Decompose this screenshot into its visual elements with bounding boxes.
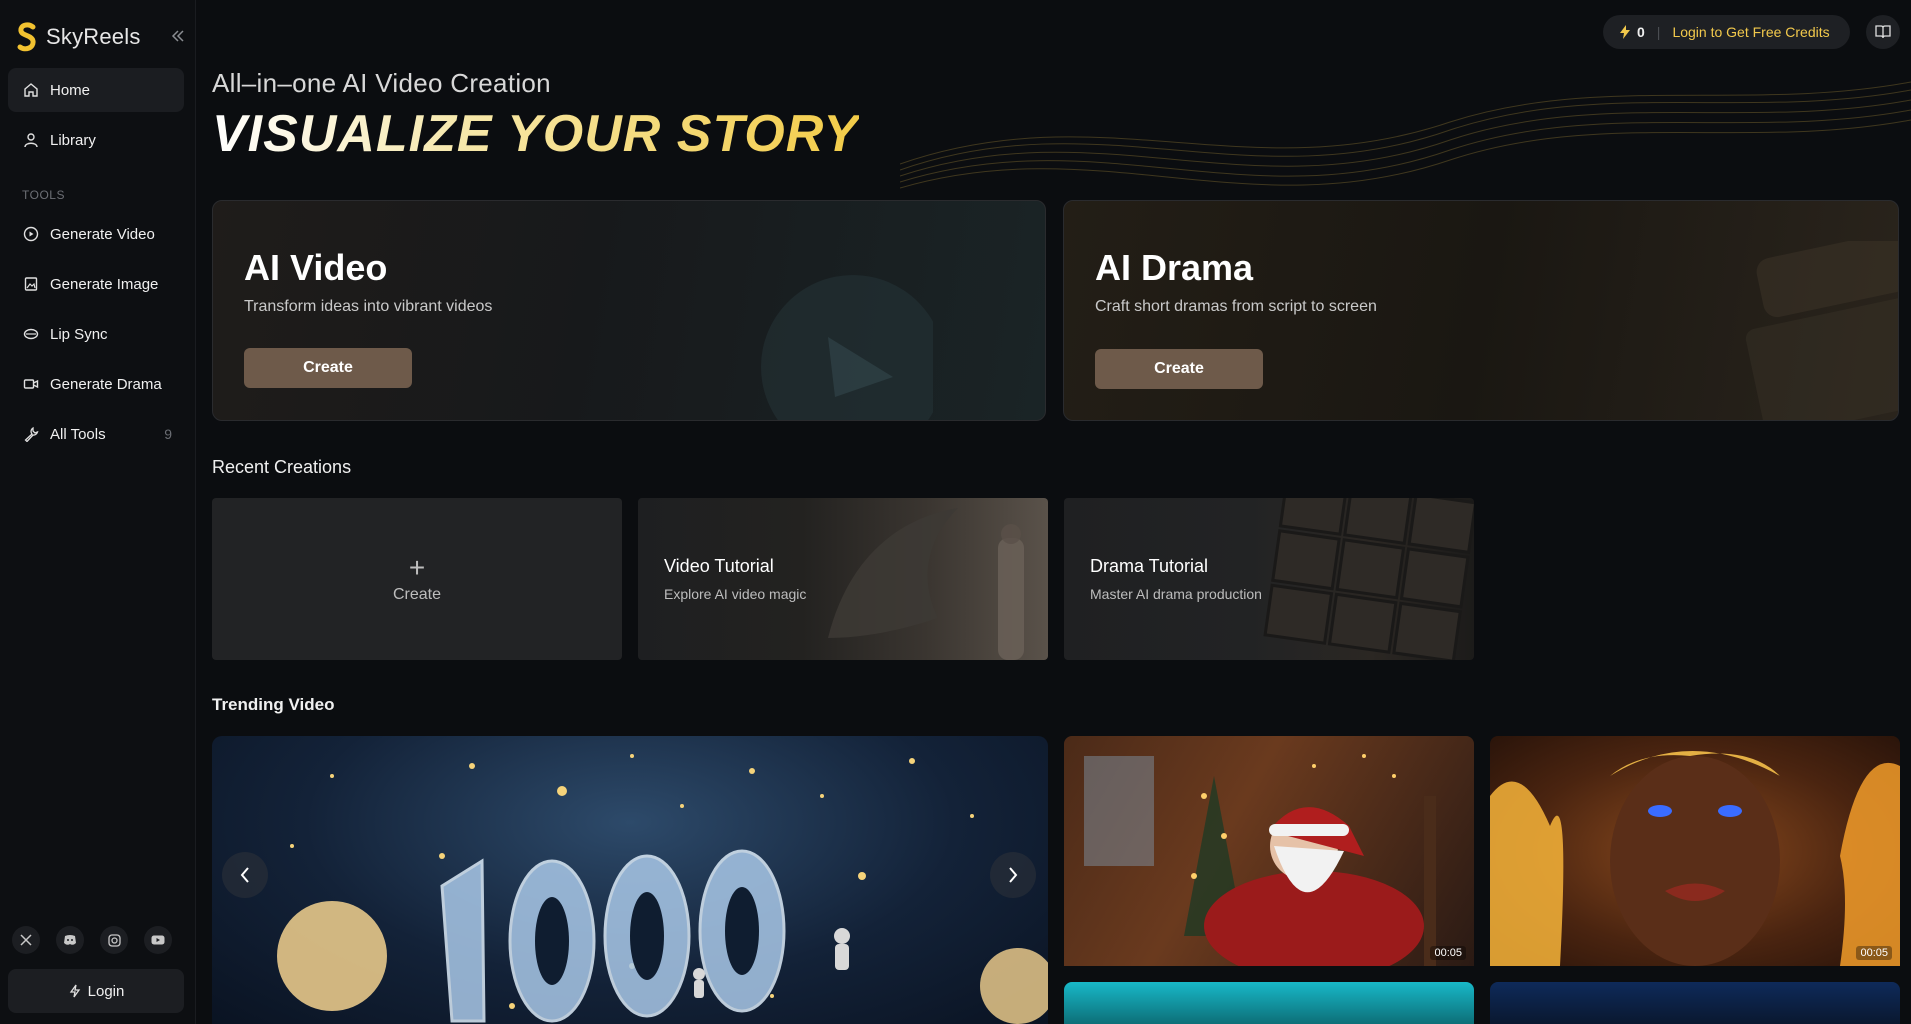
trending-carousel[interactable]: [212, 736, 1048, 1024]
lips-icon: [22, 325, 40, 343]
video-duration: 00:05: [1430, 946, 1466, 960]
drama-tutorial-card[interactable]: Drama Tutorial Master AI drama productio…: [1064, 498, 1474, 660]
sidebar-item-label: Library: [50, 131, 96, 149]
sidebar-item-label: Generate Drama: [50, 375, 162, 393]
trending-video-santa[interactable]: 00:05: [1064, 736, 1474, 966]
trending-video-underwater[interactable]: [1064, 982, 1474, 1024]
video-duration: 00:05: [1856, 946, 1892, 960]
sidebar-item-generate-drama[interactable]: Generate Drama: [8, 362, 184, 406]
play-circle-icon: [22, 225, 40, 243]
trending-video-blue[interactable]: [1490, 982, 1900, 1024]
sidebar-item-label: Lip Sync: [50, 325, 108, 343]
ai-drama-desc: Craft short dramas from script to screen: [1095, 298, 1377, 315]
sidebar-item-label: Generate Video: [50, 225, 155, 243]
sidebar-item-home[interactable]: Home: [8, 68, 184, 112]
x-icon[interactable]: [12, 926, 40, 954]
ai-drama-create-button[interactable]: Create: [1095, 349, 1263, 389]
social-links: [12, 926, 172, 954]
bolt-icon: [68, 984, 82, 998]
tools-section-label: TOOLS: [22, 188, 65, 202]
chevrons-left-icon: [171, 30, 184, 42]
chevron-left-icon: [240, 867, 249, 883]
film-frames-thumbnail-image: [1263, 498, 1474, 660]
youtube-icon[interactable]: [144, 926, 172, 954]
drama-tutorial-title: Drama Tutorial: [1090, 556, 1209, 576]
login-button[interactable]: Login: [8, 969, 184, 1013]
trending-video-title: Trending Video: [212, 695, 335, 714]
hero-wave-decoration: [900, 81, 1911, 189]
login-label: Login: [87, 982, 125, 1000]
home-icon: [22, 81, 40, 99]
sidebar: SkyReels Home Library TOOLS Generate Vid…: [0, 0, 196, 1024]
burning-face-thumbnail-image: [1490, 751, 1900, 966]
dragon-thumbnail-image: [828, 508, 1024, 660]
ai-video-create-button[interactable]: Create: [244, 348, 412, 388]
instagram-icon[interactable]: [100, 926, 128, 954]
chevron-right-icon: [1009, 867, 1018, 883]
skyreels-logo-icon: [17, 22, 36, 52]
ai-video-title: AI Video: [244, 247, 388, 288]
ai-drama-title: AI Drama: [1095, 247, 1254, 288]
sidebar-item-generate-video[interactable]: Generate Video: [8, 212, 184, 256]
collapse-sidebar-button[interactable]: [168, 26, 188, 46]
app-name: SkyReels: [46, 24, 141, 49]
video-tutorial-desc: Explore AI video magic: [664, 586, 807, 602]
camera-icon: [22, 375, 40, 393]
drama-tutorial-desc: Master AI drama production: [1090, 586, 1262, 602]
sidebar-item-all-tools[interactable]: All Tools 9: [8, 412, 184, 456]
credits-bolt-icon: [1619, 25, 1631, 39]
credits-divider: |: [1656, 24, 1661, 40]
docs-button[interactable]: [1866, 15, 1900, 49]
credits-pill: 0 | Login to Get Free Credits: [1603, 15, 1850, 49]
wrench-icon: [22, 425, 40, 443]
carousel-prev-button[interactable]: [222, 852, 268, 898]
clapperboard-decoration-icon: [1745, 241, 1898, 420]
discord-icon[interactable]: [56, 926, 84, 954]
user-icon: [22, 131, 40, 149]
sidebar-item-label: All Tools: [50, 425, 106, 443]
hero-subtitle: All–in–one AI Video Creation: [212, 68, 551, 98]
sidebar-item-label: Generate Image: [50, 275, 159, 293]
carousel-next-button[interactable]: [990, 852, 1036, 898]
book-icon: [1875, 25, 1891, 39]
recent-creations-title: Recent Creations: [212, 457, 352, 477]
sidebar-item-generate-image[interactable]: Generate Image: [8, 262, 184, 306]
hero-title: VISUALIZE YOUR STORY: [212, 105, 860, 163]
trending-video-fire[interactable]: 00:05: [1490, 736, 1900, 966]
image-icon: [22, 275, 40, 293]
play-decoration-icon: [761, 275, 933, 420]
ai-video-card[interactable]: AI Video Transform ideas into vibrant vi…: [212, 200, 1046, 421]
ai-video-desc: Transform ideas into vibrant videos: [244, 298, 493, 315]
plus-icon: +: [408, 552, 426, 583]
ai-drama-card[interactable]: AI Drama Craft short dramas from script …: [1063, 200, 1899, 421]
create-label: Create: [392, 586, 442, 603]
create-new-card[interactable]: + Create: [212, 498, 622, 660]
video-tutorial-card[interactable]: Video Tutorial Explore AI video magic: [638, 498, 1048, 660]
featured-video-thumbnail-image: [277, 754, 1048, 1024]
login-free-credits-link[interactable]: Login to Get Free Credits: [1672, 24, 1829, 40]
sidebar-item-library[interactable]: Library: [8, 118, 184, 162]
santa-thumbnail-image: [1084, 754, 1436, 966]
logo[interactable]: SkyReels: [16, 22, 141, 52]
all-tools-count: 9: [164, 426, 172, 442]
sidebar-item-label: Home: [50, 81, 91, 99]
credits-count: 0: [1637, 24, 1645, 40]
sidebar-item-lip-sync[interactable]: Lip Sync: [8, 312, 184, 356]
video-tutorial-title: Video Tutorial: [664, 556, 774, 576]
